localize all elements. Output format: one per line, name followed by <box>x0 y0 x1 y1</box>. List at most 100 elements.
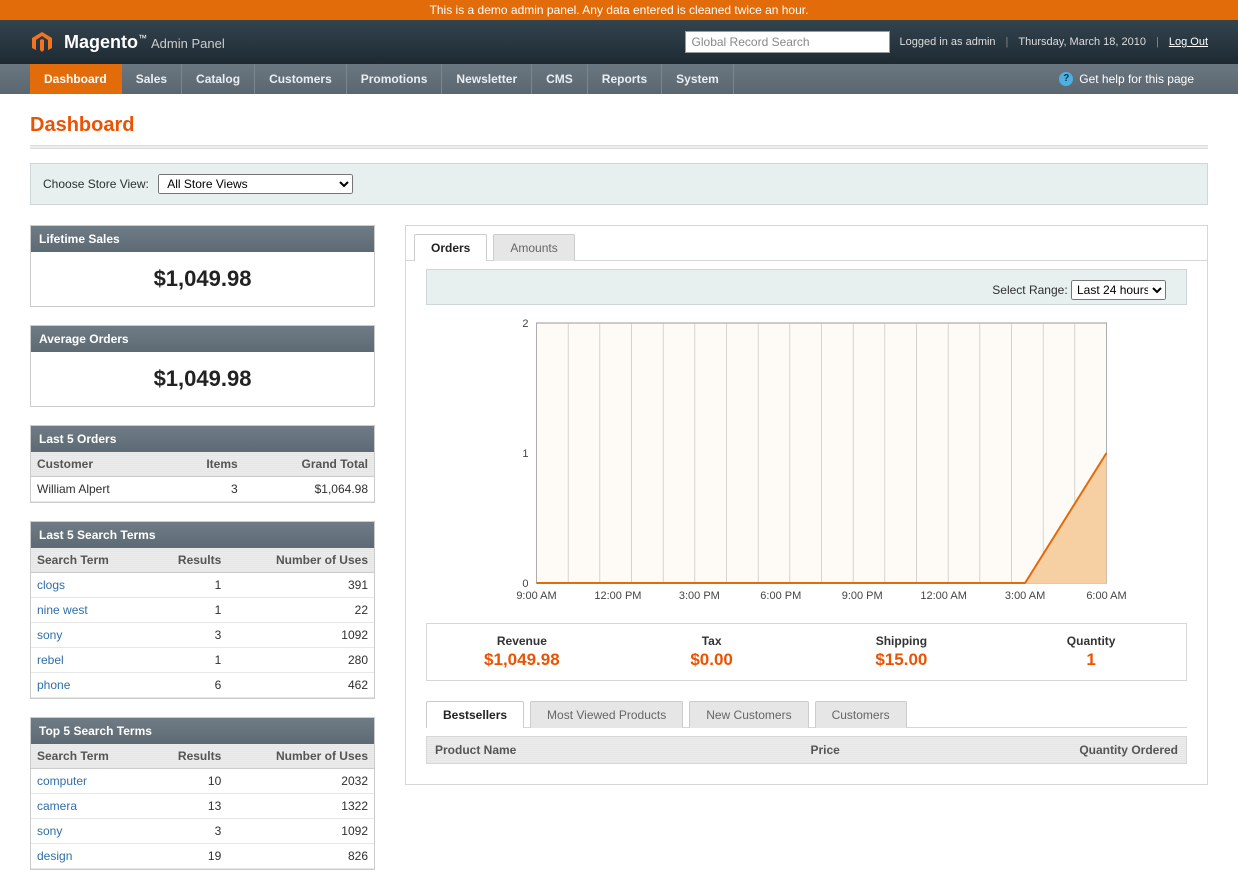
separator: | <box>1156 36 1159 48</box>
col-search-term: Search Term <box>31 548 149 573</box>
table-row[interactable]: nine west122 <box>31 598 374 623</box>
tab-orders[interactable]: Orders <box>414 234 487 261</box>
logout-link[interactable]: Log Out <box>1169 36 1208 48</box>
widget-header: Last 5 Orders <box>31 426 374 452</box>
range-select[interactable]: Last 24 hours <box>1071 280 1166 300</box>
products-table-wrap: Product Name Price Quantity Ordered <box>426 736 1187 764</box>
cell-results: 6 <box>149 673 227 698</box>
svg-text:3:00 AM: 3:00 AM <box>1005 590 1045 602</box>
nav-reports[interactable]: Reports <box>588 64 662 94</box>
search-term-link[interactable]: sony <box>37 824 62 838</box>
search-term-link[interactable]: computer <box>37 774 87 788</box>
col-search-term: Search Term <box>31 744 149 769</box>
search-term-link[interactable]: camera <box>37 799 77 813</box>
subtab-new-customers[interactable]: New Customers <box>689 701 808 728</box>
col-price: Price <box>714 737 848 763</box>
nav-help-label: Get help for this page <box>1079 72 1194 86</box>
search-term-link[interactable]: rebel <box>37 653 64 667</box>
cell-term: sony <box>31 819 149 844</box>
nav-newsletter[interactable]: Newsletter <box>442 64 532 94</box>
table-row[interactable]: design19826 <box>31 844 374 869</box>
nav-sales[interactable]: Sales <box>122 64 182 94</box>
page-title: Dashboard <box>30 114 1208 137</box>
header-date: Thursday, March 18, 2010 <box>1018 36 1146 48</box>
col-grand-total: Grand Total <box>244 452 374 477</box>
search-term-link[interactable]: phone <box>37 678 70 692</box>
chart-svg: 0129:00 AM12:00 PM3:00 PM6:00 PM9:00 PM1… <box>426 313 1187 613</box>
nav-cms[interactable]: CMS <box>532 64 588 94</box>
widget-last-orders: Last 5 Orders Customer Items Grand Total… <box>30 425 375 503</box>
lifetime-sales-value: $1,049.98 <box>154 266 252 291</box>
total-label: Revenue <box>433 634 611 648</box>
col-customer: Customer <box>31 452 172 477</box>
nav-customers[interactable]: Customers <box>255 64 347 94</box>
logo-brand-text: Magento™Admin Panel <box>64 32 225 53</box>
cell-term: nine west <box>31 598 149 623</box>
header-right: Logged in as admin | Thursday, March 18,… <box>685 31 1208 53</box>
main-content: Lifetime Sales $1,049.98 Average Orders … <box>0 225 1238 888</box>
cell-term: clogs <box>31 573 149 598</box>
cell-results: 3 <box>149 819 227 844</box>
cell-customer: William Alpert <box>31 477 172 502</box>
table-row[interactable]: computer102032 <box>31 769 374 794</box>
total-cell: Tax $0.00 <box>617 624 807 680</box>
col-results: Results <box>149 548 227 573</box>
nav-dashboard[interactable]: Dashboard <box>30 64 122 94</box>
search-term-link[interactable]: clogs <box>37 578 65 592</box>
svg-text:12:00 PM: 12:00 PM <box>594 590 641 602</box>
svg-text:9:00 AM: 9:00 AM <box>516 590 556 602</box>
table-row[interactable]: William Alpert3$1,064.98 <box>31 477 374 502</box>
svg-text:9:00 PM: 9:00 PM <box>842 590 883 602</box>
widget-header: Top 5 Search Terms <box>31 718 374 744</box>
nav-help[interactable]: ? Get help for this page <box>1045 64 1208 94</box>
cell-uses: 1092 <box>227 819 374 844</box>
search-term-link[interactable]: sony <box>37 628 62 642</box>
cell-results: 10 <box>149 769 227 794</box>
cell-results: 1 <box>149 648 227 673</box>
subtab-most-viewed[interactable]: Most Viewed Products <box>530 701 683 728</box>
store-switcher-label: Choose Store View: <box>43 177 149 191</box>
header: Magento™Admin Panel Logged in as admin |… <box>0 20 1238 64</box>
nav-catalog[interactable]: Catalog <box>182 64 255 94</box>
cell-uses: 462 <box>227 673 374 698</box>
store-view-select[interactable]: All Store Views <box>158 174 353 194</box>
global-search-input[interactable] <box>685 31 890 53</box>
table-row[interactable]: camera131322 <box>31 794 374 819</box>
widget-last-search: Last 5 Search Terms Search Term Results … <box>30 521 375 699</box>
cell-term: sony <box>31 623 149 648</box>
cell-results: 3 <box>149 623 227 648</box>
sub-tabs: Bestsellers Most Viewed Products New Cus… <box>406 695 1207 728</box>
total-cell: Shipping$15.00 <box>807 624 997 680</box>
nav-promotions[interactable]: Promotions <box>347 64 443 94</box>
col-uses: Number of Uses <box>227 744 374 769</box>
col-qty-ordered: Quantity Ordered <box>848 737 1186 763</box>
total-cell: Revenue $1,049.98 <box>427 624 617 680</box>
cell-term: phone <box>31 673 149 698</box>
widget-header: Average Orders <box>31 326 374 352</box>
table-row[interactable]: rebel1280 <box>31 648 374 673</box>
table-row[interactable]: phone 6462 <box>31 673 374 698</box>
total-value: $1,049.98 <box>433 650 611 670</box>
widget-lifetime-sales: Lifetime Sales $1,049.98 <box>30 225 375 307</box>
range-bar: Select Range: Last 24 hours <box>426 269 1187 305</box>
svg-text:6:00 PM: 6:00 PM <box>760 590 801 602</box>
table-row[interactable]: sony 31092 <box>31 819 374 844</box>
widget-header: Last 5 Search Terms <box>31 522 374 548</box>
search-term-link[interactable]: design <box>37 849 72 863</box>
subtab-customers[interactable]: Customers <box>815 701 907 728</box>
cell-term: design <box>31 844 149 869</box>
search-term-link[interactable]: nine west <box>37 603 88 617</box>
subtab-bestsellers[interactable]: Bestsellers <box>426 701 524 728</box>
cell-uses: 826 <box>227 844 374 869</box>
total-label: Tax <box>623 634 801 648</box>
total-value: $15.00 <box>813 650 991 670</box>
table-row[interactable]: clogs1391 <box>31 573 374 598</box>
cell-items: 3 <box>172 477 244 502</box>
tab-amounts[interactable]: Amounts <box>493 234 574 261</box>
table-row[interactable]: sony31092 <box>31 623 374 648</box>
widget-header: Lifetime Sales <box>31 226 374 252</box>
last-orders-table: Customer Items Grand Total William Alper… <box>31 452 374 502</box>
separator: | <box>1006 36 1009 48</box>
nav-system[interactable]: System <box>662 64 734 94</box>
total-value: $0.00 <box>623 650 801 670</box>
